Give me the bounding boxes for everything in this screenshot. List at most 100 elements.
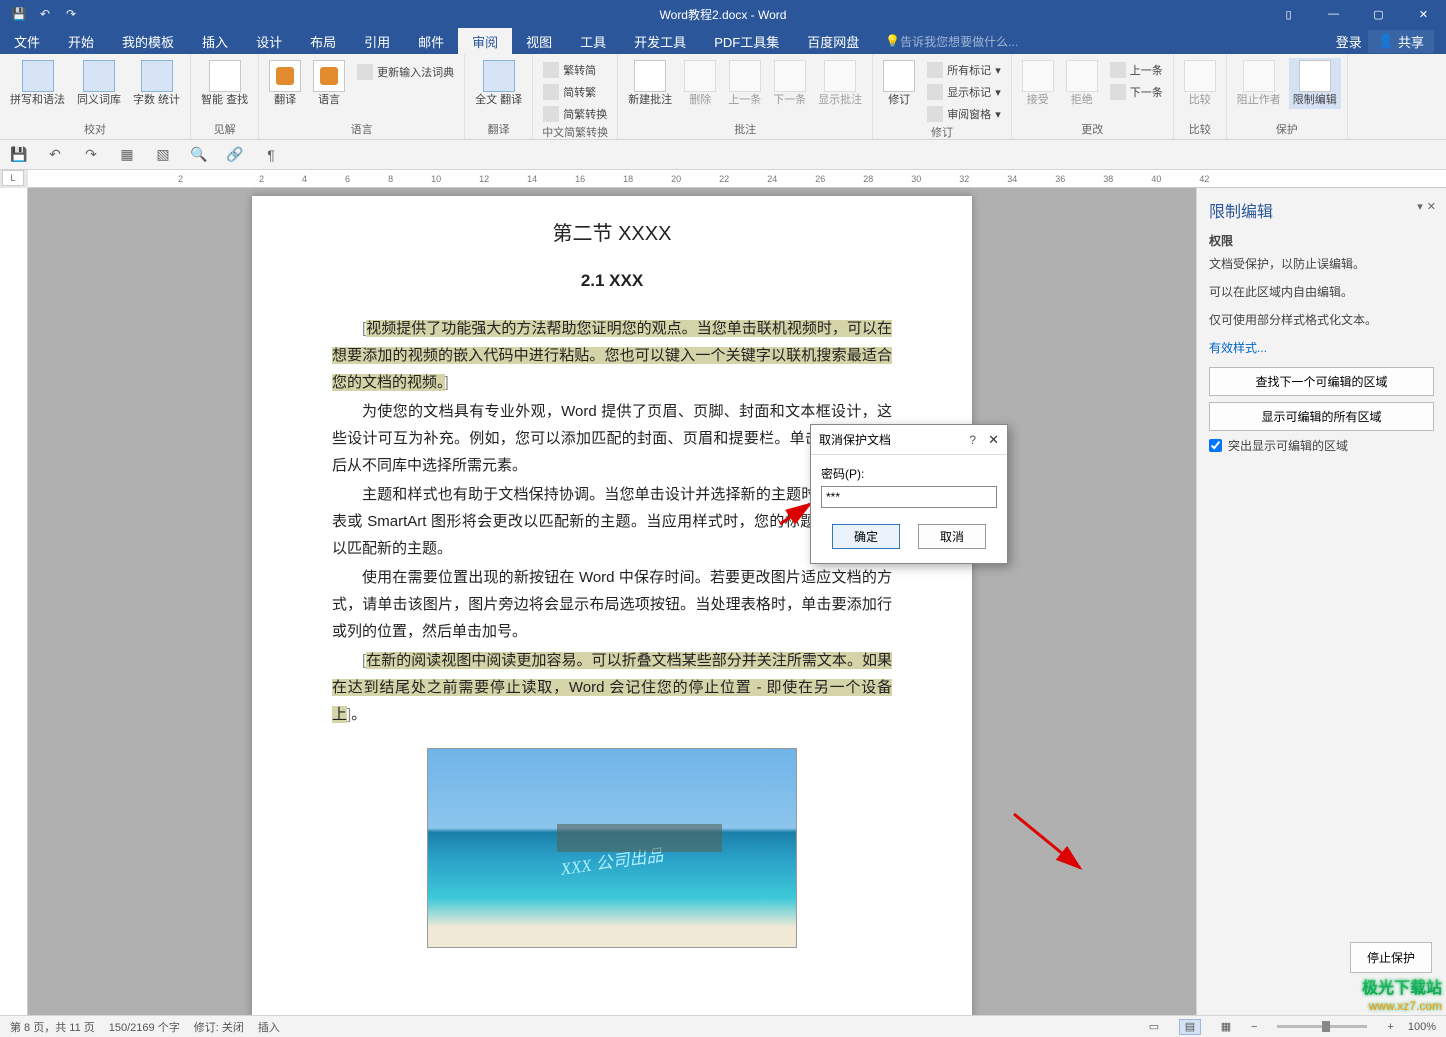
pane-styles-link[interactable]: 有效样式...	[1209, 341, 1267, 355]
group-protect-label: 保护	[1233, 121, 1341, 139]
qat-search-icon[interactable]: 🔍	[190, 146, 208, 164]
tab-pdf[interactable]: PDF工具集	[700, 28, 793, 54]
tab-design[interactable]: 设计	[242, 28, 296, 54]
qat-redo-icon[interactable]: ↷	[60, 3, 82, 25]
status-page[interactable]: 第 8 页，共 11 页	[10, 1019, 95, 1035]
zoom-level[interactable]: 100%	[1408, 1021, 1436, 1033]
cancel-button[interactable]: 取消	[918, 524, 986, 549]
wordcount-button[interactable]: 字数 统计	[129, 58, 184, 109]
qat-image-icon[interactable]: ▧	[154, 146, 172, 164]
site-watermark: 极光下载站 www.xz7.com	[1362, 979, 1442, 1013]
stop-protection-button[interactable]: 停止保护	[1350, 942, 1432, 973]
ruler-corner[interactable]: L	[2, 170, 24, 186]
accept-button[interactable]: 接受	[1018, 58, 1058, 109]
tab-tools[interactable]: 工具	[566, 28, 620, 54]
smart-lookup-button[interactable]: 智能 查找	[197, 58, 252, 109]
document-image[interactable]: XXX 公司出品	[427, 748, 797, 948]
highlight-checkbox-input[interactable]	[1209, 439, 1222, 452]
markup-dropdown[interactable]: 所有标记 ▾	[923, 60, 1005, 80]
tab-baidu[interactable]: 百度网盘	[793, 28, 873, 54]
qat-redo2-icon[interactable]: ↷	[82, 146, 100, 164]
ribbon-options-icon[interactable]: ▯	[1266, 0, 1311, 28]
new-comment-button[interactable]: 新建批注	[624, 58, 676, 109]
view-read-icon[interactable]: ▭	[1143, 1019, 1165, 1035]
tab-templates[interactable]: 我的模板	[108, 28, 188, 54]
language-icon	[313, 60, 345, 92]
minimize-icon[interactable]: —	[1311, 0, 1356, 28]
update-ime-button[interactable]: 更新输入法词典	[353, 62, 458, 82]
zoom-slider[interactable]	[1277, 1025, 1367, 1028]
status-words[interactable]: 150/2169 个字	[109, 1019, 180, 1035]
maximize-icon[interactable]: ▢	[1356, 0, 1401, 28]
translate-button[interactable]: 翻译	[265, 58, 305, 109]
qat-undo2-icon[interactable]: ↶	[46, 146, 64, 164]
status-track[interactable]: 修订: 关闭	[194, 1019, 244, 1035]
next-comment-button[interactable]: 下一条	[769, 58, 810, 109]
tab-file[interactable]: 文件	[0, 28, 54, 54]
horizontal-ruler[interactable]: 224681012141618202224262830323436384042	[28, 170, 1446, 188]
close-icon[interactable]: ✕	[1401, 0, 1446, 28]
find-next-region-button[interactable]: 查找下一个可编辑的区域	[1209, 367, 1434, 396]
document-area[interactable]: 第二节 XXXX 2.1 XXX [视频提供了功能强大的方法帮助您证明您的观点。…	[28, 188, 1196, 1033]
trad-to-simp-button[interactable]: 繁转简	[539, 60, 611, 80]
smart-lookup-icon	[209, 60, 241, 92]
restrict-editing-button[interactable]: 限制编辑	[1289, 58, 1341, 109]
chinese-convert-button[interactable]: 简繁转换	[539, 104, 611, 124]
ribbon: 拼写和语法 同义词库 字数 统计 校对 智能 查找 见解 翻译 语言 更新输入法…	[0, 54, 1446, 140]
delete-comment-button[interactable]: 删除	[680, 58, 720, 109]
qat-link-icon[interactable]: 🔗	[226, 146, 244, 164]
unprotect-dialog: 取消保护文档 ? ✕ 密码(P): 确定 取消	[810, 424, 1008, 564]
tab-insert[interactable]: 插入	[188, 28, 242, 54]
block-authors-button[interactable]: 阻止作者	[1233, 58, 1285, 109]
show-comments-button[interactable]: 显示批注	[814, 58, 866, 109]
reject-button[interactable]: 拒绝	[1062, 58, 1102, 109]
simp-to-trad-button[interactable]: 简转繁	[539, 82, 611, 102]
review-pane-dropdown[interactable]: 审阅窗格 ▾	[923, 104, 1005, 124]
tab-references[interactable]: 引用	[350, 28, 404, 54]
prev-comment-button[interactable]: 上一条	[724, 58, 765, 109]
qat-para-icon[interactable]: ¶	[262, 146, 280, 164]
group-proofing-label: 校对	[6, 121, 184, 139]
tab-home[interactable]: 开始	[54, 28, 108, 54]
show-markup-dropdown[interactable]: 显示标记 ▾	[923, 82, 1005, 102]
qat-save-icon[interactable]: 💾	[8, 3, 30, 25]
prev-change-button[interactable]: 上一条	[1106, 60, 1167, 80]
qat-table-icon[interactable]: ▦	[118, 146, 136, 164]
tab-review[interactable]: 审阅	[458, 28, 512, 54]
zoom-out-icon[interactable]: −	[1251, 1021, 1257, 1033]
accept-icon	[1022, 60, 1054, 92]
password-input[interactable]	[821, 486, 997, 508]
tab-view[interactable]: 视图	[512, 28, 566, 54]
thesaurus-button[interactable]: 同义词库	[73, 58, 125, 109]
pane-dropdown-icon[interactable]: ▾	[1417, 200, 1423, 213]
highlight-regions-checkbox[interactable]: 突出显示可编辑的区域	[1209, 437, 1434, 454]
status-insert[interactable]: 插入	[258, 1019, 280, 1035]
quick-access-row: 💾 ↶ ↷ ▦ ▧ 🔍 🔗 ¶	[0, 140, 1446, 170]
zoom-in-icon[interactable]: +	[1387, 1021, 1393, 1033]
view-print-icon[interactable]: ▤	[1179, 1019, 1201, 1035]
tab-developer[interactable]: 开发工具	[620, 28, 700, 54]
tab-mailings[interactable]: 邮件	[404, 28, 458, 54]
compare-button[interactable]: 比较	[1180, 58, 1220, 109]
doc-heading: 第二节 XXXX	[332, 216, 892, 252]
qat-save-icon[interactable]: 💾	[10, 146, 28, 164]
track-changes-button[interactable]: 修订	[879, 58, 919, 109]
next-change-button[interactable]: 下一条	[1106, 82, 1167, 102]
login-link[interactable]: 登录	[1336, 32, 1362, 51]
full-translate-button[interactable]: 全文 翻译	[471, 58, 526, 109]
pane-close-icon[interactable]: ✕	[1427, 200, 1436, 213]
ok-button[interactable]: 确定	[832, 524, 900, 549]
view-web-icon[interactable]: ▦	[1215, 1019, 1237, 1035]
dialog-help-icon[interactable]: ?	[969, 433, 976, 447]
share-button[interactable]: 👤 共享	[1368, 30, 1434, 53]
qat-undo-icon[interactable]: ↶	[34, 3, 56, 25]
reject-icon	[1066, 60, 1098, 92]
dialog-close-icon[interactable]: ✕	[988, 432, 999, 448]
vertical-ruler[interactable]	[0, 188, 28, 1033]
spelling-button[interactable]: 拼写和语法	[6, 58, 69, 109]
show-all-regions-button[interactable]: 显示可编辑的所有区域	[1209, 402, 1434, 431]
language-button[interactable]: 语言	[309, 58, 349, 109]
tab-layout[interactable]: 布局	[296, 28, 350, 54]
tell-me-search[interactable]: 💡 告诉我您想要做什么...	[873, 28, 1018, 54]
paragraph-3: 主题和样式也有助于文档保持协调。当您单击设计并选择新的主题时，图片、图表或 Sm…	[332, 481, 892, 562]
